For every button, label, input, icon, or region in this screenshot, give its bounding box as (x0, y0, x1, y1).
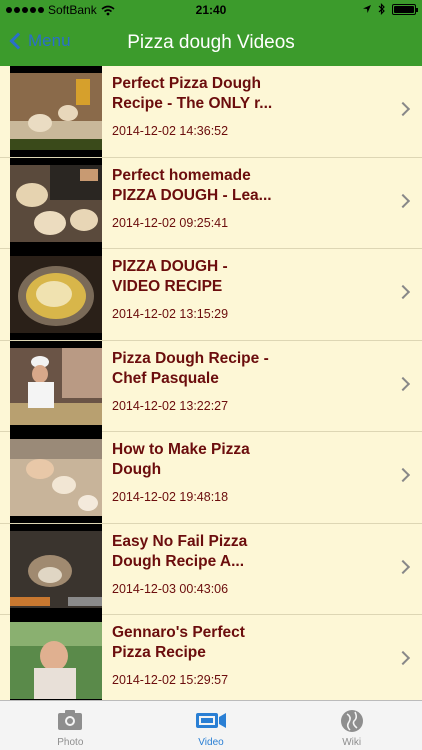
list-item[interactable]: Gennaro's Perfect Pizza Recipe 2014-12-0… (0, 615, 422, 700)
video-thumbnail (10, 157, 102, 249)
camera-icon (58, 710, 83, 730)
list-item[interactable]: Perfect homemade PIZZA DOUGH - Lea... 20… (0, 157, 422, 249)
video-thumbnail (10, 615, 102, 700)
tab-label: Photo (57, 737, 84, 748)
video-title: Pizza Dough Recipe - Chef Pasquale (112, 349, 269, 387)
video-date: 2014-12-02 15:29:57 (112, 673, 229, 687)
video-thumbnail (10, 66, 102, 157)
video-date: 2014-12-02 19:48:18 (112, 490, 229, 504)
list-item[interactable]: How to Make Pizza Dough 2014-12-02 19:48… (0, 432, 422, 524)
video-thumbnail (10, 432, 102, 523)
list-item[interactable]: PIZZA DOUGH - VIDEO RECIPE 2014-12-02 13… (0, 249, 422, 341)
video-thumbnail (10, 523, 102, 615)
video-date: 2014-12-02 09:25:41 (112, 215, 229, 230)
chevron-right-icon (395, 559, 411, 574)
video-thumbnail (10, 249, 102, 340)
page-title: Pizza dough Videos (127, 32, 295, 53)
navigation-bar: Menu Pizza dough Videos (0, 20, 422, 66)
video-date: 2014-12-02 13:22:27 (112, 398, 229, 413)
video-title: PIZZA DOUGH - VIDEO RECIPE (112, 258, 228, 295)
tab-bar: Photo Video Wiki (0, 700, 422, 750)
video-date: 2014-12-02 13:15:29 (112, 307, 229, 321)
list-item[interactable]: Pizza Dough Recipe - Chef Pasquale 2014-… (0, 340, 422, 432)
globe-icon (340, 710, 363, 732)
tab-photo[interactable]: Photo (0, 701, 141, 750)
video-title: Easy No Fail Pizza Dough Recipe A... (112, 532, 248, 570)
tab-video[interactable]: Video (141, 701, 282, 750)
list-item[interactable]: Perfect Pizza Dough Recipe - The ONLY r.… (0, 66, 422, 158)
status-time: 21:40 (195, 3, 227, 17)
video-thumbnail (10, 340, 102, 432)
bluetooth-icon (378, 3, 385, 15)
chevron-right-icon (395, 101, 411, 117)
video-date: 2014-12-03 00:43:06 (112, 581, 229, 596)
chevron-right-icon (395, 376, 411, 391)
video-title: Perfect Pizza Dough Recipe - The ONLY r.… (112, 75, 273, 112)
video-date: 2014-12-02 14:36:52 (112, 124, 229, 138)
status-bar: SoftBank 21:40 (0, 0, 422, 20)
battery-icon (392, 3, 418, 15)
tab-wiki[interactable]: Wiki (281, 701, 422, 750)
tab-label: Video (198, 737, 224, 748)
tab-label: Wiki (342, 737, 362, 748)
video-title: Gennaro's Perfect Pizza Recipe (112, 624, 245, 661)
chevron-right-icon (395, 467, 411, 483)
video-title: How to Make Pizza Dough (112, 441, 250, 478)
list-item[interactable]: Easy No Fail Pizza Dough Recipe A... 201… (0, 523, 422, 615)
video-title: Perfect homemade PIZZA DOUGH - Lea... (112, 166, 272, 204)
chevron-right-icon (395, 650, 411, 666)
location-arrow-icon (363, 5, 371, 13)
video-list[interactable]: Perfect Pizza Dough Recipe - The ONLY r.… (0, 66, 422, 700)
status-indicators (362, 3, 418, 15)
video-camera-icon (196, 713, 226, 728)
chevron-right-icon (395, 193, 411, 208)
chevron-right-icon (395, 284, 411, 300)
